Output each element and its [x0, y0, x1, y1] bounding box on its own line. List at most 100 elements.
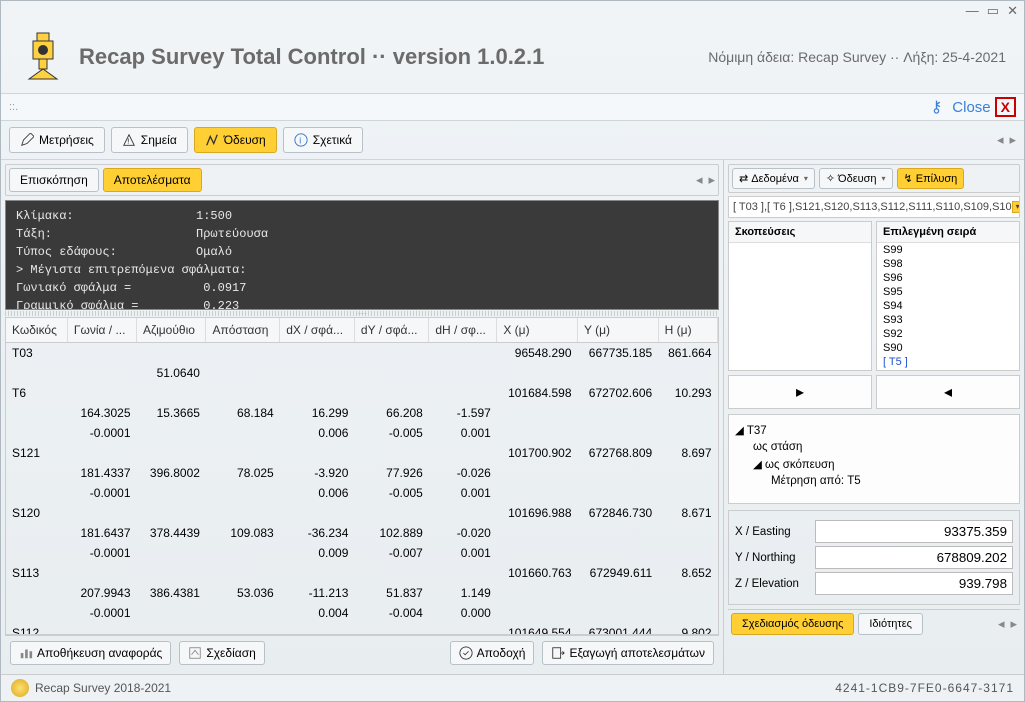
- zigzag-icon: [205, 133, 219, 147]
- accept-label: Αποδοχή: [477, 646, 526, 660]
- table-row[interactable]: S112101649.554673001.4449.802: [6, 623, 718, 635]
- about-label: Σχετικά: [313, 133, 352, 147]
- column-header[interactable]: Κωδικός: [6, 318, 67, 343]
- table-row[interactable]: S121101700.902672768.8098.697: [6, 443, 718, 463]
- tab-overview[interactable]: Επισκόπηση: [9, 168, 99, 192]
- column-header[interactable]: Y (μ): [578, 318, 659, 343]
- globe-icon: [11, 679, 29, 697]
- export-label: Εξαγωγή αποτελεσμάτων: [569, 646, 705, 660]
- table-row[interactable]: S113101660.763672949.6118.652: [6, 563, 718, 583]
- nav-prev-icon[interactable]: ◂: [998, 616, 1005, 632]
- tree-node-sight[interactable]: ◢ ως σκόπευση: [735, 455, 1013, 473]
- selected-series-body[interactable]: S99S98S96S95S94S93S92S90[ T5 ][ T37 ]: [877, 243, 1019, 370]
- close-icon[interactable]: ✕: [1007, 3, 1018, 19]
- accept-button[interactable]: Αποδοχή: [450, 641, 535, 665]
- column-header[interactable]: Αζιμούθιο: [137, 318, 206, 343]
- nav-next-icon[interactable]: ▸: [708, 172, 715, 188]
- tab-properties[interactable]: Ιδιότητες: [858, 613, 923, 635]
- license-id: 4241-1CB9-7FE0-6647-3171: [835, 681, 1014, 695]
- z-input[interactable]: [815, 572, 1013, 595]
- toolbar-nav: ◂ ▸: [997, 132, 1016, 148]
- column-header[interactable]: H (μ): [658, 318, 717, 343]
- about-button[interactable]: i Σχετικά: [283, 127, 363, 153]
- close-link[interactable]: Close: [952, 99, 990, 116]
- table-row[interactable]: 51.0640: [6, 363, 718, 383]
- tree-node-root[interactable]: ◢ T37: [735, 421, 1013, 439]
- points-button[interactable]: ! Σημεία: [111, 127, 188, 153]
- observations-header: Σκοπεύσεις: [729, 222, 871, 243]
- right-tabs-nav: ◂ ▸: [998, 616, 1017, 632]
- column-header[interactable]: Απόσταση: [206, 318, 280, 343]
- traverse-menu-button[interactable]: ✧Όδευση▾: [819, 168, 893, 189]
- export-button[interactable]: Εξαγωγή αποτελεσμάτων: [542, 641, 714, 665]
- column-header[interactable]: X (μ): [497, 318, 578, 343]
- close-button[interactable]: X: [995, 97, 1016, 117]
- y-input[interactable]: [815, 546, 1013, 569]
- path-bar[interactable]: [ T03 ],[ T6 ],S121,S120,S113,S112,S111,…: [728, 196, 1020, 218]
- pencil-icon: [20, 133, 34, 147]
- observations-list: Σκοπεύσεις: [728, 221, 872, 371]
- tree-node-measurement[interactable]: Μέτρηση από: T5: [735, 473, 1013, 489]
- main-toolbar: Μετρήσεις ! Σημεία Όδευση i Σχετικά ◂ ▸: [1, 121, 1024, 160]
- solve-label: Επίλυση: [916, 173, 958, 185]
- column-header[interactable]: dY / σφά...: [354, 318, 428, 343]
- observations-body[interactable]: [729, 243, 871, 370]
- tab-design[interactable]: Σχεδιασμός όδευσης: [731, 613, 854, 635]
- measurements-label: Μετρήσεις: [39, 133, 94, 147]
- solve-button[interactable]: ↯Επίλυση: [897, 168, 965, 189]
- table-row[interactable]: -0.00010.004-0.0040.000: [6, 603, 718, 623]
- list-item[interactable]: S96: [877, 271, 1019, 285]
- table-row[interactable]: 164.302515.366568.18416.29966.208-1.597: [6, 403, 718, 423]
- table-row[interactable]: T6101684.598672702.60610.293: [6, 383, 718, 403]
- list-item[interactable]: S92: [877, 327, 1019, 341]
- top-bar: ::. ⚷ Close X: [1, 93, 1024, 121]
- column-header[interactable]: dX / σφά...: [280, 318, 355, 343]
- table-row[interactable]: 181.6437378.4439109.083-36.234102.889-0.…: [6, 523, 718, 543]
- table-row[interactable]: S120101696.988672846.7308.671: [6, 503, 718, 523]
- tree-view[interactable]: ◢ T37 ως στάση ◢ ως σκόπευση Μέτρηση από…: [728, 414, 1020, 504]
- splitter[interactable]: ·····: [5, 311, 719, 316]
- drawing-button[interactable]: Σχεδίαση: [179, 641, 264, 665]
- terminal-output: Κλίμακα: 1:500Τάξη: ΠρωτεύουσαΤύπος εδάφ…: [5, 200, 719, 310]
- traverse-menu-label: Όδευση: [838, 173, 876, 185]
- play-forward-button[interactable]: ▸: [728, 375, 872, 409]
- path-text: [ T03 ],[ T6 ],S121,S120,S113,S112,S111,…: [733, 201, 1012, 213]
- table-row[interactable]: 207.9943386.438153.036-11.21351.8371.149: [6, 583, 718, 603]
- right-pane: ⇄Δεδομένα▾ ✧Όδευση▾ ↯Επίλυση [ T03 ],[ T…: [724, 160, 1024, 674]
- table-row[interactable]: -0.00010.006-0.0050.001: [6, 423, 718, 443]
- nav-next-icon[interactable]: ▸: [1009, 132, 1016, 148]
- drawing-label: Σχεδίαση: [206, 646, 255, 660]
- list-item[interactable]: S90: [877, 341, 1019, 355]
- results-grid[interactable]: ΚωδικόςΓωνία / ...ΑζιμούθιοΑπόστασηdX / …: [5, 317, 719, 635]
- play-back-button[interactable]: ◂: [876, 375, 1020, 409]
- tree-node-station[interactable]: ως στάση: [735, 439, 1013, 455]
- data-button[interactable]: ⇄Δεδομένα▾: [732, 168, 815, 189]
- path-dropdown-icon[interactable]: ▾: [1012, 201, 1020, 213]
- list-item[interactable]: [ T37 ]: [877, 369, 1019, 370]
- list-item[interactable]: S94: [877, 299, 1019, 313]
- list-item[interactable]: [ T5 ]: [877, 355, 1019, 369]
- nav-prev-icon[interactable]: ◂: [696, 172, 703, 188]
- table-row[interactable]: 181.4337396.800278.025-3.92077.926-0.026: [6, 463, 718, 483]
- traverse-button[interactable]: Όδευση: [194, 127, 277, 153]
- table-row[interactable]: -0.00010.006-0.0050.001: [6, 483, 718, 503]
- app-header: Recap Survey Total Control ·· version 1.…: [1, 21, 1024, 93]
- column-header[interactable]: Γωνία / ...: [67, 318, 136, 343]
- tab-results[interactable]: Αποτελέσματα: [103, 168, 202, 192]
- list-item[interactable]: S99: [877, 243, 1019, 257]
- table-row[interactable]: T0396548.290667735.185861.664: [6, 343, 718, 364]
- nav-prev-icon[interactable]: ◂: [997, 132, 1004, 148]
- table-row[interactable]: -0.00010.009-0.0070.001: [6, 543, 718, 563]
- save-report-button[interactable]: Αποθήκευση αναφοράς: [10, 641, 171, 665]
- list-item[interactable]: S95: [877, 285, 1019, 299]
- list-item[interactable]: S98: [877, 257, 1019, 271]
- list-item[interactable]: S93: [877, 313, 1019, 327]
- x-input[interactable]: [815, 520, 1013, 543]
- column-header[interactable]: dH / σφ...: [429, 318, 497, 343]
- key-icon[interactable]: ⚷: [931, 97, 943, 117]
- measurements-button[interactable]: Μετρήσεις: [9, 127, 105, 153]
- nav-next-icon[interactable]: ▸: [1010, 616, 1017, 632]
- minimize-icon[interactable]: —: [966, 3, 979, 19]
- export-icon: [551, 646, 565, 660]
- maximize-icon[interactable]: ▭: [987, 3, 999, 19]
